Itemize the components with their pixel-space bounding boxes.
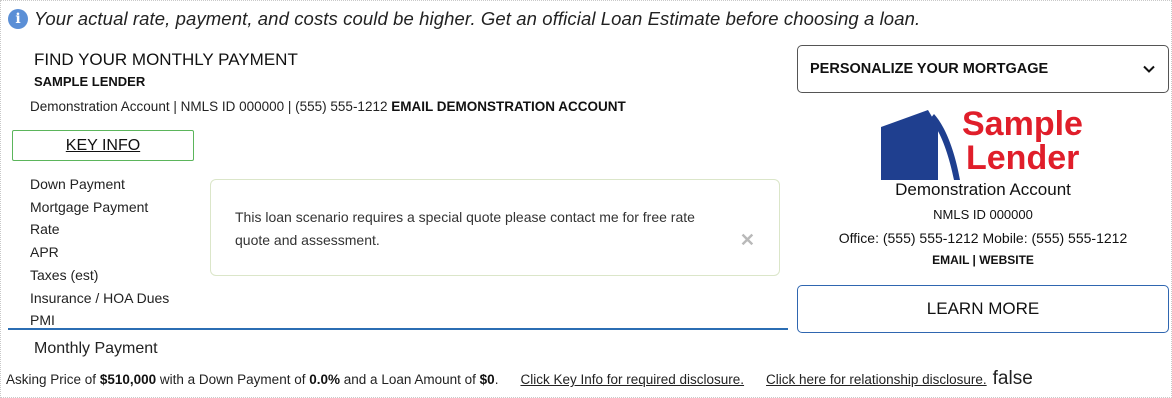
- quote-message-box: This loan scenario requires a special qu…: [210, 179, 780, 276]
- contact-text: Demonstration Account | NMLS ID 000000 |…: [30, 99, 388, 114]
- list-item: Insurance / HOA Dues: [30, 289, 170, 306]
- page-title: FIND YOUR MONTHLY PAYMENT: [34, 50, 298, 69]
- loan-amount-value: $0: [479, 372, 495, 387]
- down-prefix: with a Down Payment of: [159, 372, 306, 387]
- email-website-links[interactable]: EMAIL | WEBSITE: [797, 253, 1169, 267]
- quote-message-text: This loan scenario requires a special qu…: [235, 209, 695, 248]
- chevron-down-icon: [1143, 65, 1155, 73]
- summary-line: Asking Price of $510,000 with a Down Pay…: [6, 368, 1033, 390]
- disclaimer-text: Your actual rate, payment, and costs cou…: [34, 8, 921, 29]
- account-phones: Office: (555) 555-1212 Mobile: (555) 555…: [838, 230, 1128, 246]
- personalize-mortgage-select[interactable]: PERSONALIZE YOUR MORTGAGE: [797, 45, 1169, 93]
- lender-name: SAMPLE LENDER: [34, 74, 146, 89]
- list-item: APR: [30, 244, 59, 261]
- list-item: Rate: [30, 221, 60, 238]
- learn-more-button[interactable]: LEARN MORE: [797, 285, 1169, 333]
- key-info-list: Down Payment Mortgage Payment Rate APR T…: [30, 173, 169, 332]
- account-nmls: NMLS ID 000000: [933, 207, 1033, 222]
- monthly-payment-label: Monthly Payment: [34, 340, 158, 357]
- select-label: PERSONALIZE YOUR MORTGAGE: [810, 61, 1049, 77]
- loan-prefix: and a Loan Amount of: [343, 372, 476, 387]
- email-account-link[interactable]: EMAIL DEMONSTRATION ACCOUNT: [391, 99, 626, 114]
- asking-prefix: Asking Price of: [6, 372, 97, 387]
- loan-suffix: .: [494, 372, 499, 387]
- logo-line-1: Sample: [962, 105, 1083, 143]
- down-payment-value: 0.0%: [309, 372, 341, 387]
- close-icon[interactable]: ✕: [740, 230, 755, 251]
- logo-line-2: Lender: [966, 139, 1080, 177]
- list-item: Down Payment: [30, 176, 125, 192]
- contact-line: Demonstration Account | NMLS ID 000000 |…: [30, 99, 626, 114]
- divider: [8, 328, 788, 330]
- lender-logo-text: Sample Lender: [962, 107, 1083, 175]
- account-name: Demonstration Account: [895, 180, 1071, 199]
- account-card: Demonstration Account NMLS ID 000000 Off…: [797, 180, 1169, 267]
- list-item: Mortgage Payment: [30, 198, 149, 215]
- key-disclosure-link[interactable]: Click Key Info for required disclosure.: [520, 372, 744, 387]
- relationship-disclosure-link[interactable]: Click here for relationship disclosure.: [766, 372, 987, 387]
- key-info-button[interactable]: KEY INFO: [12, 130, 194, 161]
- disclaimer-notice: i Your actual rate, payment, and costs c…: [8, 6, 920, 32]
- info-icon: i: [8, 9, 28, 29]
- flag-text: false: [992, 368, 1033, 389]
- asking-price: $510,000: [99, 372, 157, 387]
- list-item: Taxes (est): [30, 266, 99, 283]
